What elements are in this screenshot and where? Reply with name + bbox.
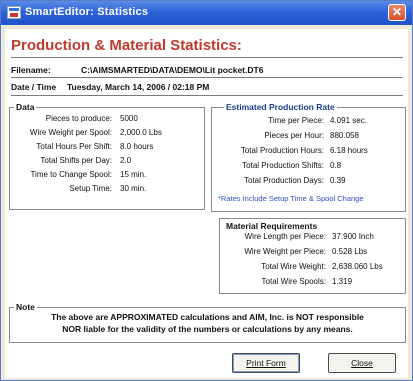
page-title: Production & Material Statistics: xyxy=(11,37,242,54)
data-label-pieces: Pieces to produce: xyxy=(45,114,112,123)
material-label-length: Wire Length per Piece: xyxy=(244,232,326,241)
date-value: Tuesday, March 14, 2006 / 02:18 PM xyxy=(67,82,210,92)
print-form-label: Print Form xyxy=(246,358,286,368)
data-group: Data Pieces to produce: 5000 Wire Weight… xyxy=(9,102,205,210)
statistics-window: SmartEditor: Statistics ✕ Production & M… xyxy=(0,0,413,381)
rate-value-total-shifts: 0.8 xyxy=(330,161,342,170)
data-label-change-spool: Time to Change Spool: xyxy=(30,170,112,179)
rate-label-total-shifts: Total Production Shifts: xyxy=(242,161,324,170)
rate-label-total-hours: Total Production Hours: xyxy=(240,146,324,155)
app-icon xyxy=(7,6,21,19)
title-bar[interactable]: SmartEditor: Statistics ✕ xyxy=(1,1,412,25)
date-label: Date / Time xyxy=(11,82,57,92)
production-rate-group: Estimated Production Rate Time per Piece… xyxy=(211,102,406,212)
material-value-length: 37.900 Inch xyxy=(332,232,374,241)
material-label-weight: Wire Weight per Piece: xyxy=(244,247,326,256)
data-label-shifts: Total Shifts per Day: xyxy=(40,156,112,165)
data-value-hours: 8.0 hours xyxy=(120,142,154,151)
note-line-1: The above are APPROXIMATED calculations … xyxy=(51,312,364,322)
close-button[interactable]: Close xyxy=(328,353,396,373)
note-line-2: NOR liable for the validity of the numbe… xyxy=(62,324,353,334)
date-line: Date / Time Tuesday, March 14, 2006 / 02:… xyxy=(11,82,209,92)
material-requirements-group: Material Requirements Wire Length per Pi… xyxy=(219,218,406,294)
material-value-weight: 0.528 Lbs xyxy=(332,247,368,256)
rate-label-time-per-piece: Time per Piece: xyxy=(268,116,324,125)
rate-label-pieces-per-hour: Pieces per Hour: xyxy=(264,131,324,140)
production-rate-legend: Estimated Production Rate xyxy=(224,102,337,112)
close-window-button[interactable]: ✕ xyxy=(388,4,406,21)
rate-label-total-days: Total Production Days: xyxy=(243,176,324,185)
rates-footnote: *Rates Include Setup Time & Spool Change xyxy=(218,194,364,203)
window-title: SmartEditor: Statistics xyxy=(25,6,149,18)
divider xyxy=(11,95,403,96)
material-label-spools: Total Wire Spools: xyxy=(261,277,326,286)
rate-value-pieces-per-hour: 880.058 xyxy=(330,131,359,140)
data-value-setup: 30 min. xyxy=(120,184,147,193)
print-form-button[interactable]: Print Form xyxy=(232,353,300,373)
divider xyxy=(11,77,403,78)
material-label-total-weight: Total Wire Weight: xyxy=(261,262,326,271)
data-value-pieces: 5000 xyxy=(120,114,138,123)
material-legend: Material Requirements xyxy=(226,221,318,231)
data-label-wire-weight: Wire Weight per Spool: xyxy=(29,128,112,137)
data-value-change-spool: 15 min. xyxy=(120,170,147,179)
filename-line: Filename: C:\AIMSMARTED\DATA\DEMO\Lit poc… xyxy=(11,65,263,75)
rate-value-time-per-piece: 4.091 sec. xyxy=(330,116,367,125)
data-legend: Data xyxy=(14,102,37,112)
data-value-wire-weight: 2,000.0 Lbs xyxy=(120,128,162,137)
data-label-setup: Setup Time: xyxy=(69,184,112,193)
material-value-spools: 1.319 xyxy=(332,277,353,286)
data-value-shifts: 2.0 xyxy=(120,156,132,165)
close-label: Close xyxy=(351,358,373,368)
filename-value: C:\AIMSMARTED\DATA\DEMO\Lit pocket.DT6 xyxy=(81,65,264,75)
data-label-hours: Total Hours Per Shift: xyxy=(36,142,112,151)
filename-label: Filename: xyxy=(11,65,51,75)
rate-value-total-days: 0.39 xyxy=(330,176,346,185)
rate-value-total-hours: 6.18 hours xyxy=(330,146,368,155)
divider xyxy=(11,57,403,58)
material-value-total-weight: 2,638.060 Lbs xyxy=(332,262,383,271)
note-legend: Note xyxy=(14,302,37,312)
